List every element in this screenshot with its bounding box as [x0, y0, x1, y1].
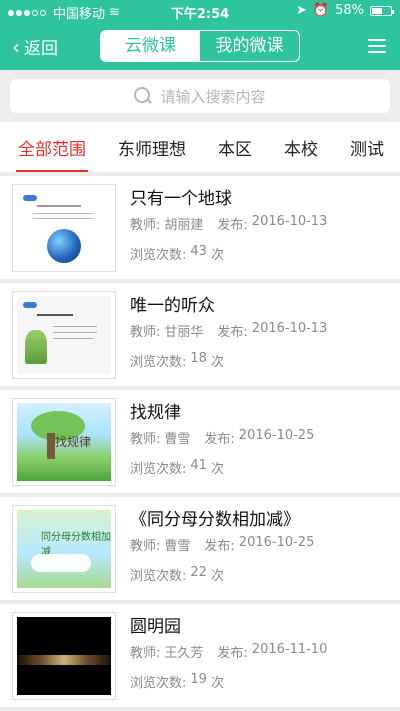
views-count: 41	[190, 458, 207, 473]
publish-date: 2016-10-13	[251, 321, 328, 336]
list-item[interactable]: 同分母分数相加减 《同分母分数相加减》 教师: 曹雪 发布: 2016-10-2…	[0, 497, 400, 600]
course-views: 浏览次数: 22 次	[130, 565, 224, 584]
teacher-label: 教师:	[130, 218, 161, 233]
publish-date: 2016-10-25	[238, 535, 315, 550]
list-item[interactable]: 只有一个地球 教师: 胡丽建 发布: 2016-10-13 浏览次数: 43 次	[0, 176, 400, 279]
segment-my-course[interactable]: 我的微课	[200, 31, 299, 61]
course-thumbnail: 同分母分数相加减	[12, 505, 116, 593]
tab-district[interactable]: 本区	[218, 135, 252, 160]
course-title: 圆明园	[130, 617, 181, 637]
views-label: 浏览次数:	[130, 569, 187, 584]
back-label: 返回	[24, 39, 58, 59]
battery-icon	[370, 5, 394, 16]
course-title: 唯一的听众	[130, 296, 215, 316]
teacher-name: 曹雪	[164, 432, 191, 447]
nav-bar: ‹ 返回 云微课 我的微课	[0, 22, 400, 70]
tab-school[interactable]: 本校	[284, 135, 318, 160]
alarm-icon: ⏰	[312, 3, 330, 18]
course-title: 《同分母分数相加减》	[130, 510, 300, 530]
teacher-label: 教师:	[130, 539, 161, 554]
views-suffix: 次	[210, 355, 224, 370]
views-suffix: 次	[210, 676, 224, 691]
course-list: 只有一个地球 教师: 胡丽建 发布: 2016-10-13 浏览次数: 43 次…	[0, 176, 400, 711]
search-icon	[134, 87, 152, 105]
teacher-label: 教师:	[130, 432, 161, 447]
teacher-label: 教师:	[130, 325, 161, 340]
course-thumbnail	[12, 291, 116, 379]
list-item[interactable]: 唯一的听众 教师: 甘丽华 发布: 2016-10-13 浏览次数: 18 次	[0, 283, 400, 386]
views-count: 18	[190, 351, 207, 366]
publish-label: 发布:	[217, 218, 248, 233]
tab-all[interactable]: 全部范围	[16, 135, 88, 172]
search-area: 请输入搜索内容	[0, 70, 400, 122]
list-item[interactable]: 圆明园 教师: 王久芳 发布: 2016-11-10 浏览次数: 19 次	[0, 604, 400, 707]
publish-label: 发布:	[217, 646, 248, 661]
course-title: 找规律	[130, 403, 181, 423]
back-button[interactable]: ‹ 返回	[12, 34, 58, 60]
views-suffix: 次	[210, 248, 224, 263]
course-thumbnail	[12, 184, 116, 272]
views-label: 浏览次数:	[130, 462, 187, 477]
teacher-name: 王久芳	[164, 646, 204, 661]
teacher-name: 曹雪	[164, 539, 191, 554]
course-thumbnail	[12, 612, 116, 700]
views-count: 43	[190, 244, 207, 259]
publish-label: 发布:	[217, 325, 248, 340]
course-views: 浏览次数: 19 次	[130, 672, 224, 691]
status-bar: 中国移动 ≋ 下午2:54 ➤ ⏰ 58%	[0, 0, 400, 22]
search-placeholder: 请输入搜索内容	[160, 87, 266, 106]
tab-dongshi[interactable]: 东师理想	[118, 135, 186, 160]
tab-test[interactable]: 测试	[350, 135, 384, 160]
segmented-control: 云微课 我的微课	[100, 30, 300, 62]
publish-date: 2016-11-10	[251, 642, 328, 657]
teacher-name: 甘丽华	[164, 325, 204, 340]
publish-date: 2016-10-25	[238, 428, 315, 443]
battery-percent: 58%	[335, 3, 364, 18]
segment-cloud-course[interactable]: 云微课	[101, 31, 200, 61]
views-label: 浏览次数:	[130, 676, 187, 691]
scope-tabs: 全部范围 东师理想 本区 本校 测试	[0, 122, 400, 172]
course-views: 浏览次数: 43 次	[130, 244, 224, 263]
course-views: 浏览次数: 18 次	[130, 351, 224, 370]
course-title: 只有一个地球	[130, 189, 232, 209]
views-suffix: 次	[210, 569, 224, 584]
views-label: 浏览次数:	[130, 248, 187, 263]
course-thumbnail: 找规律	[12, 398, 116, 486]
views-label: 浏览次数:	[130, 355, 187, 370]
course-views: 浏览次数: 41 次	[130, 458, 224, 477]
search-input[interactable]: 请输入搜索内容	[10, 79, 390, 113]
views-count: 22	[190, 565, 207, 580]
course-meta: 教师: 甘丽华 发布: 2016-10-13	[130, 321, 327, 340]
publish-label: 发布:	[204, 432, 235, 447]
status-right: ➤ ⏰ 58%	[296, 3, 394, 18]
views-suffix: 次	[210, 462, 224, 477]
views-count: 19	[190, 672, 207, 687]
publish-label: 发布:	[204, 539, 235, 554]
course-meta: 教师: 胡丽建 发布: 2016-10-13	[130, 214, 327, 233]
course-meta: 教师: 曹雪 发布: 2016-10-25	[130, 535, 314, 554]
location-icon: ➤	[296, 3, 307, 18]
chevron-left-icon: ‹	[12, 34, 20, 59]
menu-icon[interactable]	[368, 39, 386, 53]
teacher-label: 教师:	[130, 646, 161, 661]
course-meta: 教师: 王久芳 发布: 2016-11-10	[130, 642, 327, 661]
list-item[interactable]: 找规律 找规律 教师: 曹雪 发布: 2016-10-25 浏览次数: 41 次	[0, 390, 400, 493]
teacher-name: 胡丽建	[164, 218, 204, 233]
course-meta: 教师: 曹雪 发布: 2016-10-25	[130, 428, 314, 447]
thumbnail-text: 找规律	[55, 435, 92, 449]
publish-date: 2016-10-13	[251, 214, 328, 229]
